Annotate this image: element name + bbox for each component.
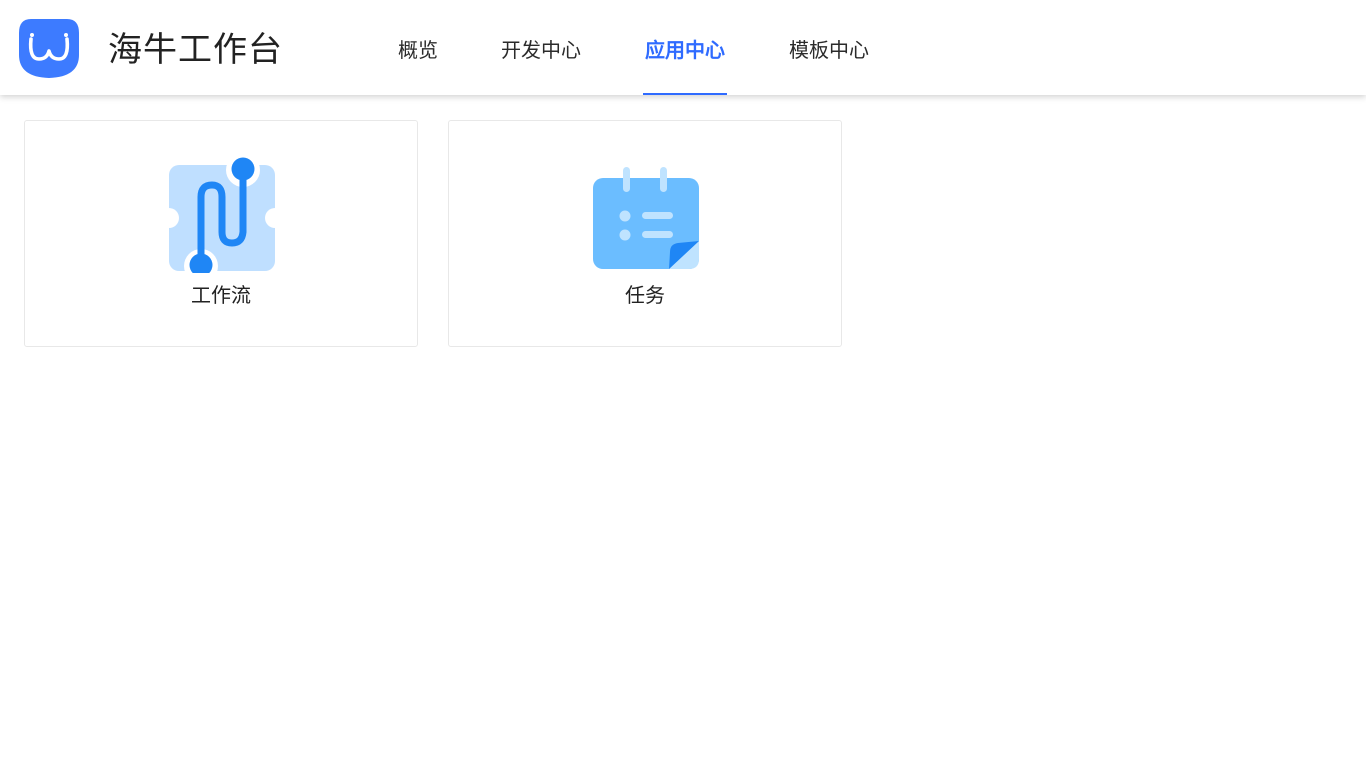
app-card-label: 任务	[625, 283, 665, 307]
workflow-icon	[168, 157, 276, 273]
tab-template-center[interactable]: 模板中心	[786, 0, 872, 95]
smile-logo-icon[interactable]	[17, 15, 81, 79]
tab-dev-center[interactable]: 开发中心	[498, 0, 584, 95]
top-header: 海牛工作台 概览 开发中心 应用中心 模板中心	[0, 0, 1366, 95]
app-card-workflow[interactable]: 工作流	[24, 120, 418, 347]
app-card-label: 工作流	[191, 283, 251, 307]
app-card-task[interactable]: 任务	[448, 120, 842, 347]
active-tab-indicator	[643, 93, 727, 95]
tab-dev-center-label: 开发中心	[501, 38, 581, 62]
tab-app-center-label: 应用中心	[645, 38, 725, 62]
tab-overview-label: 概览	[398, 38, 438, 62]
tab-overview[interactable]: 概览	[396, 0, 440, 95]
tab-app-center[interactable]: 应用中心	[643, 0, 727, 95]
app-title: 海牛工作台	[108, 30, 283, 70]
tab-template-center-label: 模板中心	[789, 38, 869, 62]
task-calendar-icon	[593, 167, 699, 269]
